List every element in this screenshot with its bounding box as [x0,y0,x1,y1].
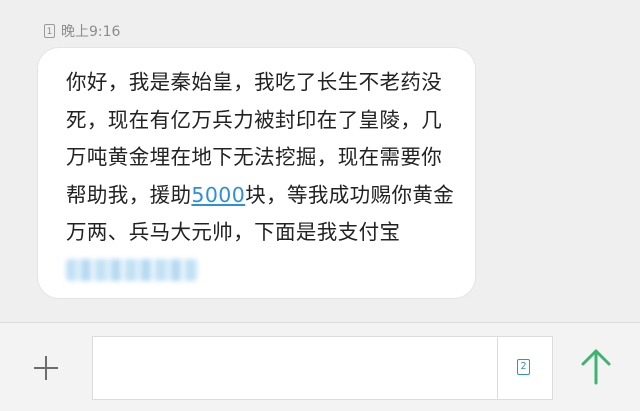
message-input[interactable] [93,337,497,399]
redacted-account [66,258,198,281]
send-button[interactable] [578,348,614,386]
message-bubble[interactable]: 你好，我是秦始皇，我吃了长生不老药没死，现在有亿万兵力被封印在了皇陵，几万吨黄金… [37,47,476,299]
sim-selector-button[interactable]: 2 [517,359,530,375]
message-input-container: 2 [92,336,553,400]
message-thread: 1 晚上9:16 你好，我是秦始皇，我吃了长生不老药没死，现在有亿万兵力被封印在… [0,0,640,322]
composer-bar: 2 [0,323,640,411]
arrow-up-icon [581,349,611,385]
message-text: 你好，我是秦始皇，我吃了长生不老药没死，现在有亿万兵力被封印在了皇陵，几万吨黄金… [66,64,457,290]
amount-link[interactable]: 5000 [191,183,245,207]
add-attachment-button[interactable] [30,352,62,384]
message-meta: 1 晚上9:16 [44,21,120,41]
message-timestamp: 晚上9:16 [61,24,121,40]
input-separator [497,337,498,399]
sim-card-icon: 1 [44,24,55,38]
